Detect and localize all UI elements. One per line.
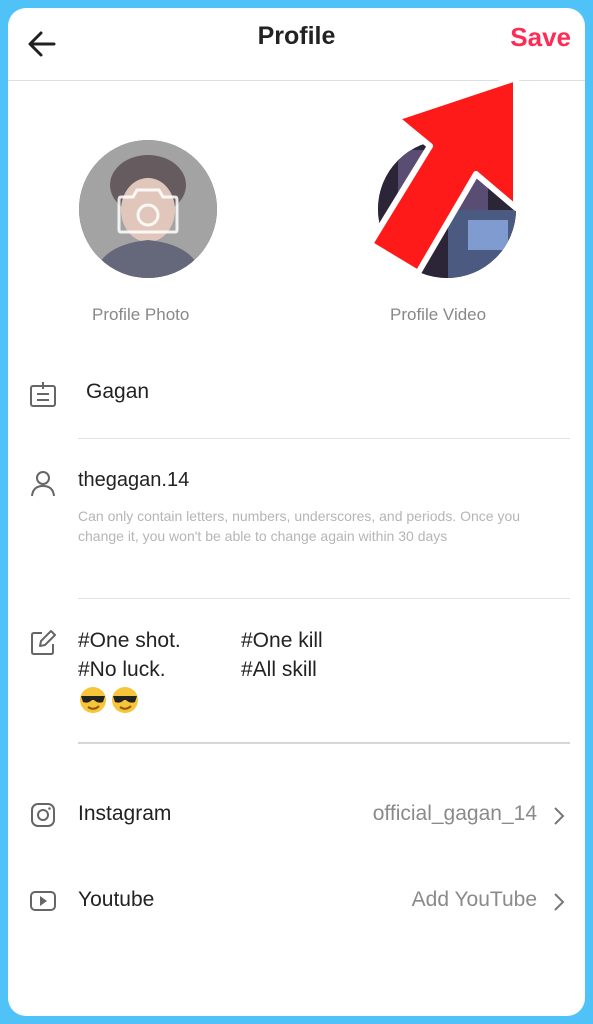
divider [78,598,570,599]
bio-line: #One shot. #One kill [78,626,323,655]
youtube-icon [30,891,56,911]
user-icon [31,471,55,497]
id-card-icon [30,382,56,407]
divider [78,438,570,439]
username-hint: Can only contain letters, numbers, under… [78,508,521,544]
bio-text: #No luck. [78,658,166,681]
youtube-value: Add YouTube [411,888,537,911]
bio-line: #No luck. #All skill [78,655,323,684]
instagram-value: official_gagan_14 [372,802,537,825]
bio-text: #All skill [241,658,317,681]
camera-icon [117,188,179,234]
bio-text: #One shot. [78,629,181,652]
page-title: Profile [257,22,336,50]
bio-text: #One kill [241,629,323,652]
instagram-label: Instagram [78,802,172,825]
bio-emoji [78,686,323,714]
youtube-label: Youtube [78,888,155,911]
edit-pencil-icon [31,630,56,655]
profile-photo[interactable] [79,140,217,278]
chevron-right-icon [554,807,565,825]
bio-field[interactable]: #One shot. #One kill #No luck. #All skil… [78,626,323,714]
sunglasses-emoji-icon [80,687,106,713]
name-field[interactable]: Gagan [86,380,149,404]
divider [78,742,570,744]
annotation-arrow [367,75,519,276]
profile-edit-screen: Profile Save Profile Photo Profile Video [8,8,585,1016]
chevron-right-icon [554,893,565,911]
username-field[interactable]: thegagan.14 [78,469,189,492]
profile-video-label: Profile Video [390,305,487,324]
profile-photo-label: Profile Photo [92,305,190,324]
sunglasses-emoji-icon [112,687,138,713]
instagram-icon [31,803,55,827]
save-button[interactable]: Save [510,22,571,53]
